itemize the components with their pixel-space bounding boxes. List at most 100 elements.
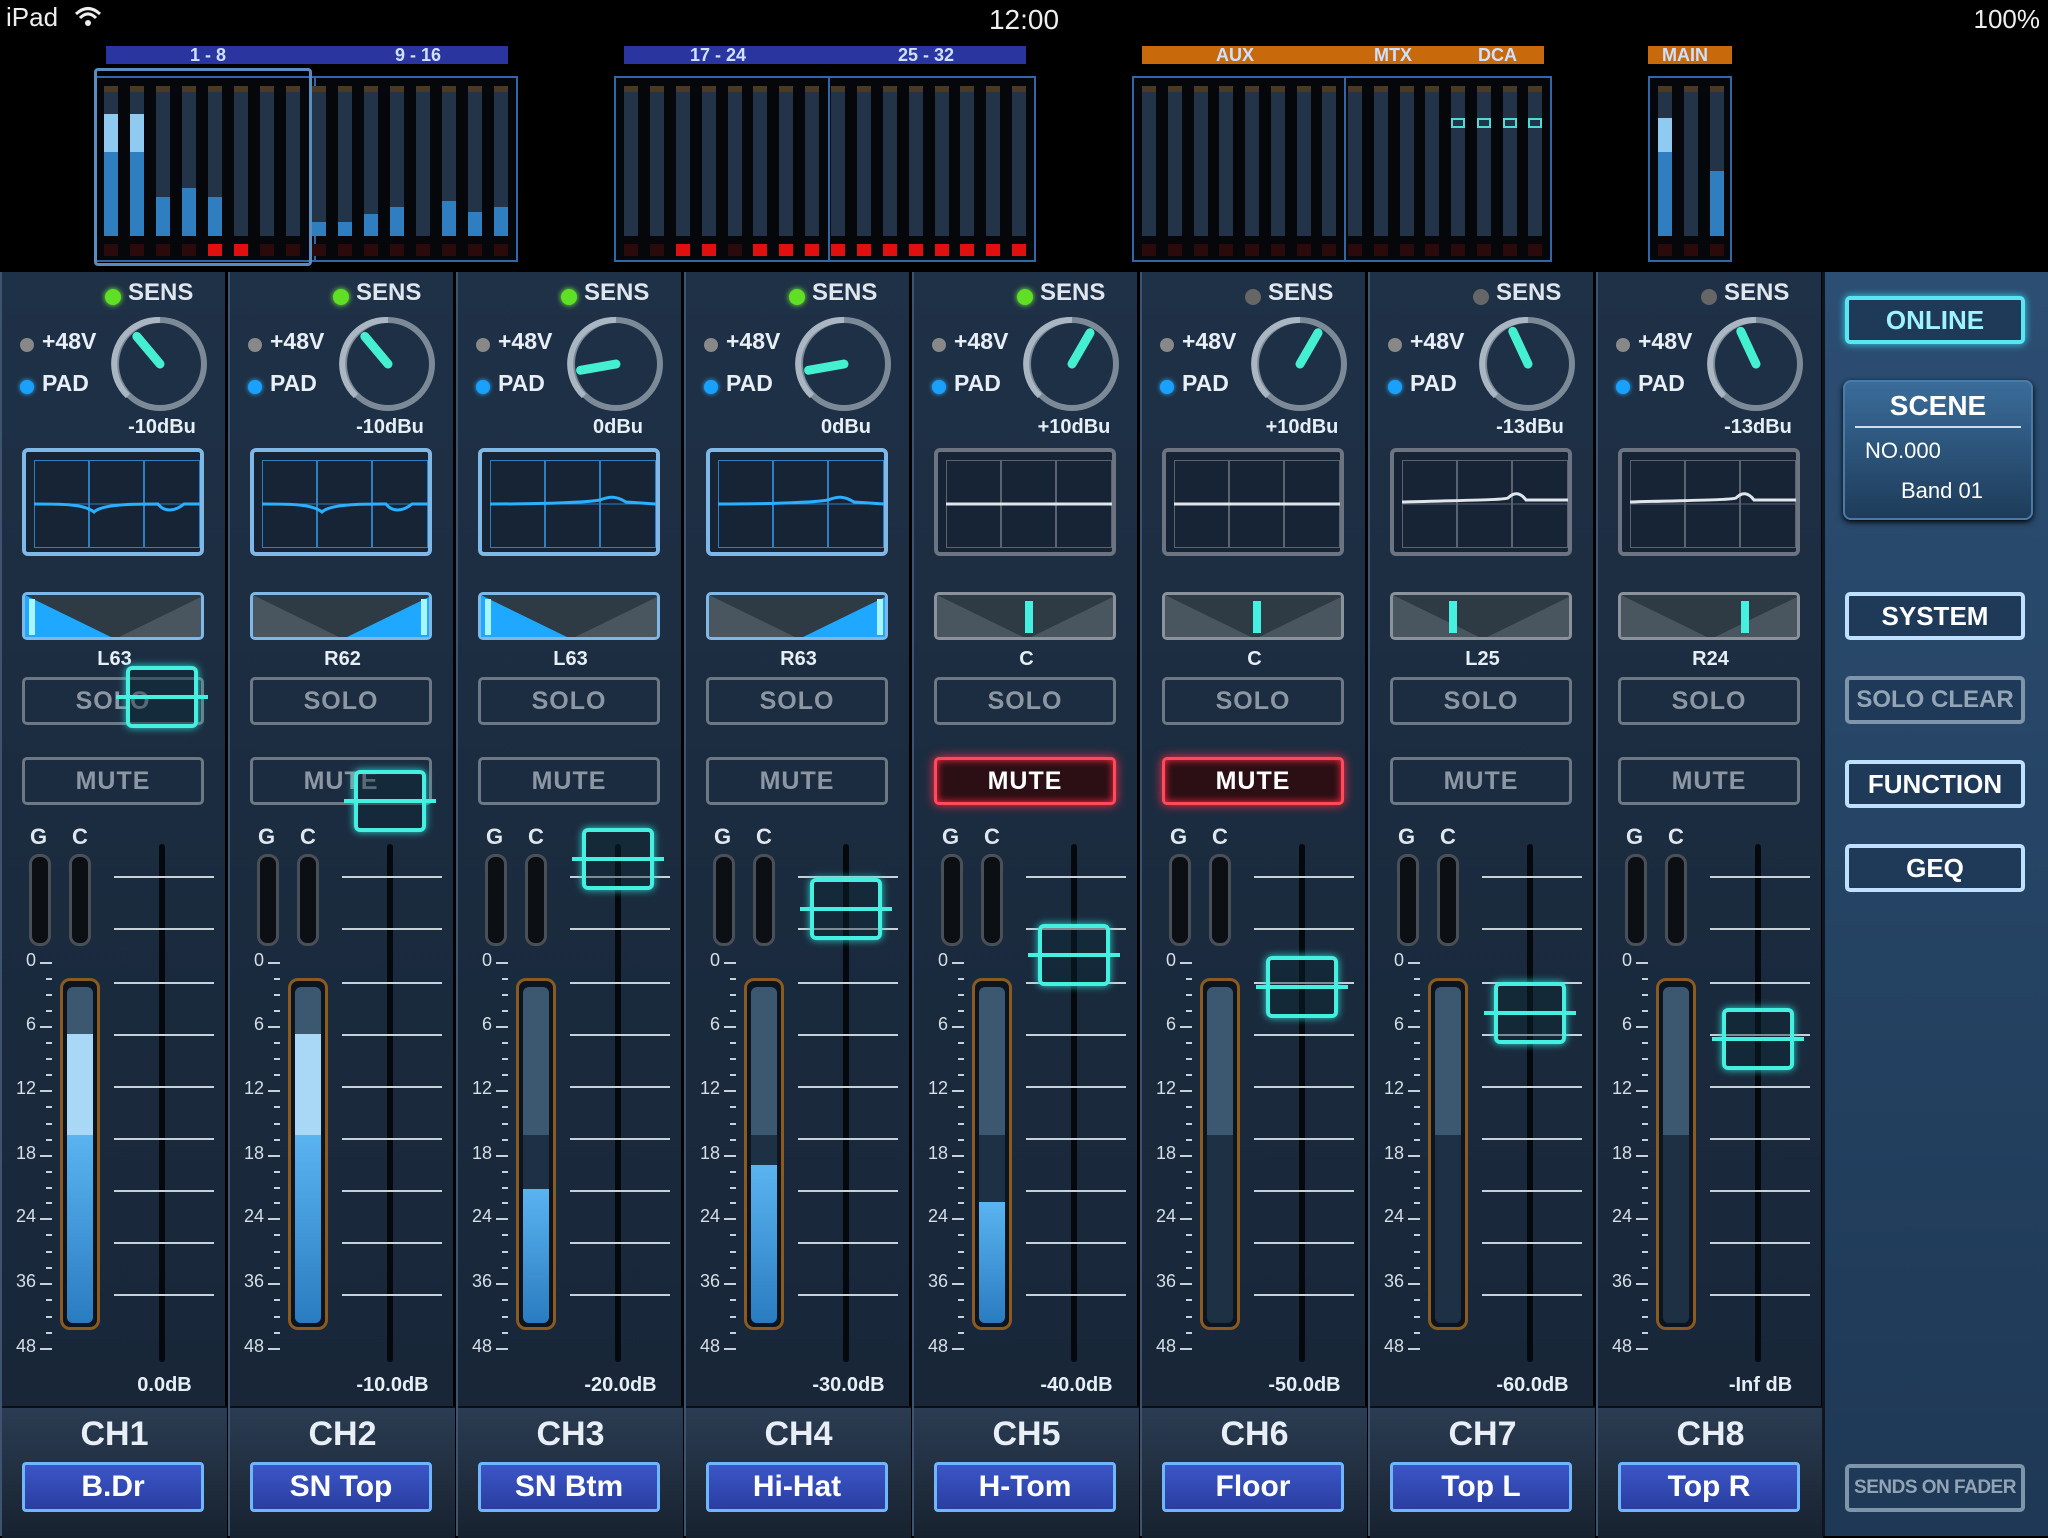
channel-name-button[interactable]: Top R (1618, 1462, 1800, 1512)
channel-name-button[interactable]: Top L (1390, 1462, 1572, 1512)
group-indicator[interactable] (257, 854, 279, 946)
gain-knob[interactable] (794, 314, 894, 414)
gain-knob[interactable] (338, 314, 438, 414)
solo-button[interactable]: SOLO (706, 677, 888, 725)
gain-knob[interactable] (1478, 314, 1578, 414)
eq-button[interactable] (1618, 448, 1800, 556)
gain-knob[interactable] (1022, 314, 1122, 414)
fader-track[interactable] (1071, 844, 1077, 1362)
pan-control[interactable] (1162, 592, 1344, 640)
fader-knob[interactable] (1712, 1008, 1804, 1070)
channel-link-indicator[interactable] (981, 854, 1003, 946)
channel-name-button[interactable]: H-Tom (934, 1462, 1116, 1512)
fader-knob[interactable] (1256, 956, 1348, 1018)
overview-group-header[interactable]: 17 - 24 25 - 32 (624, 45, 1026, 65)
overview-meter-block[interactable] (1648, 76, 1732, 262)
pan-control[interactable] (1390, 592, 1572, 640)
solo-button[interactable]: SOLO (1390, 677, 1572, 725)
channel-link-indicator[interactable] (297, 854, 319, 946)
solo-button[interactable]: SOLO (1618, 677, 1800, 725)
eq-button[interactable] (478, 448, 660, 556)
overview-meter-block[interactable] (1132, 76, 1552, 262)
fader-track[interactable] (387, 844, 393, 1362)
group-indicator[interactable] (941, 854, 963, 946)
fader-knob[interactable] (572, 828, 664, 890)
channel-name-button[interactable]: B.Dr (22, 1462, 204, 1512)
fader-knob[interactable] (344, 770, 436, 832)
pan-control[interactable] (22, 592, 204, 640)
fader-knob[interactable] (800, 878, 892, 940)
channel-link-indicator[interactable] (69, 854, 91, 946)
gain-knob[interactable] (110, 314, 210, 414)
group-indicator[interactable] (713, 854, 735, 946)
channel-number[interactable]: CH7 (1370, 1415, 1595, 1454)
overview-group-header[interactable]: AUX MTX DCA (1142, 45, 1544, 65)
solo-button[interactable]: SOLO (478, 677, 660, 725)
pan-control[interactable] (934, 592, 1116, 640)
channel-number[interactable]: CH8 (1598, 1415, 1823, 1454)
channel-link-indicator[interactable] (1437, 854, 1459, 946)
channel-number[interactable]: CH5 (914, 1415, 1139, 1454)
channel-number[interactable]: CH2 (230, 1415, 455, 1454)
fader-track[interactable] (615, 844, 621, 1362)
mute-button[interactable]: MUTE (1390, 757, 1572, 805)
group-indicator[interactable] (485, 854, 507, 946)
solo-button[interactable]: SOLO (1162, 677, 1344, 725)
channel-number[interactable]: CH3 (458, 1415, 683, 1454)
mute-button[interactable]: MUTE (934, 757, 1116, 805)
channel-name-button[interactable]: Hi-Hat (706, 1462, 888, 1512)
overview-meter-block[interactable] (614, 76, 1036, 262)
fader-track[interactable] (1755, 844, 1761, 1362)
group-indicator[interactable] (1397, 854, 1419, 946)
fader-knob[interactable] (116, 666, 208, 728)
mute-button[interactable]: MUTE (478, 757, 660, 805)
channel-link-indicator[interactable] (753, 854, 775, 946)
channel-link-indicator[interactable] (1665, 854, 1687, 946)
group-indicator[interactable] (1625, 854, 1647, 946)
eq-button[interactable] (706, 448, 888, 556)
mute-button[interactable]: MUTE (706, 757, 888, 805)
channel-name-button[interactable]: SN Btm (478, 1462, 660, 1512)
solo-clear-button[interactable]: SOLO CLEAR (1845, 676, 2025, 724)
geq-button[interactable]: GEQ (1845, 844, 2025, 892)
solo-button[interactable]: SOLO (934, 677, 1116, 725)
fader-track[interactable] (159, 844, 165, 1362)
gain-knob[interactable] (1250, 314, 1350, 414)
eq-button[interactable] (250, 448, 432, 556)
group-indicator[interactable] (29, 854, 51, 946)
solo-button[interactable]: SOLO (250, 677, 432, 725)
channel-number[interactable]: CH1 (2, 1415, 227, 1454)
pan-control[interactable] (706, 592, 888, 640)
eq-button[interactable] (934, 448, 1116, 556)
mute-button[interactable]: MUTE (1618, 757, 1800, 805)
group-indicator[interactable] (1169, 854, 1191, 946)
channel-number[interactable]: CH4 (686, 1415, 911, 1454)
sends-on-fader-button[interactable]: SENDS ON FADER (1845, 1464, 2025, 1512)
fader-track[interactable] (1527, 844, 1533, 1362)
channel-name-button[interactable]: SN Top (250, 1462, 432, 1512)
channel-number[interactable]: CH6 (1142, 1415, 1367, 1454)
eq-button[interactable] (1162, 448, 1344, 556)
pan-control[interactable] (478, 592, 660, 640)
scene-button[interactable]: SCENE NO.000 Band 01 (1843, 380, 2033, 520)
eq-button[interactable] (1390, 448, 1572, 556)
pan-control[interactable] (250, 592, 432, 640)
overview-group-header[interactable]: MAIN (1648, 45, 1732, 65)
channel-link-indicator[interactable] (1209, 854, 1231, 946)
channel-name-button[interactable]: Floor (1162, 1462, 1344, 1512)
online-button[interactable]: ONLINE (1845, 296, 2025, 344)
overview-selection-frame[interactable] (94, 68, 312, 266)
fader-knob[interactable] (1484, 982, 1576, 1044)
fader-knob[interactable] (1028, 924, 1120, 986)
pan-control[interactable] (1618, 592, 1800, 640)
gain-knob[interactable] (1706, 314, 1806, 414)
eq-button[interactable] (22, 448, 204, 556)
mute-button[interactable]: MUTE (22, 757, 204, 805)
function-button[interactable]: FUNCTION (1845, 760, 2025, 808)
fader-track[interactable] (1299, 844, 1305, 1362)
mute-button[interactable]: MUTE (1162, 757, 1344, 805)
gain-knob[interactable] (566, 314, 666, 414)
overview-group-header[interactable]: 1 - 8 9 - 16 (106, 45, 508, 65)
system-button[interactable]: SYSTEM (1845, 592, 2025, 640)
channel-link-indicator[interactable] (525, 854, 547, 946)
